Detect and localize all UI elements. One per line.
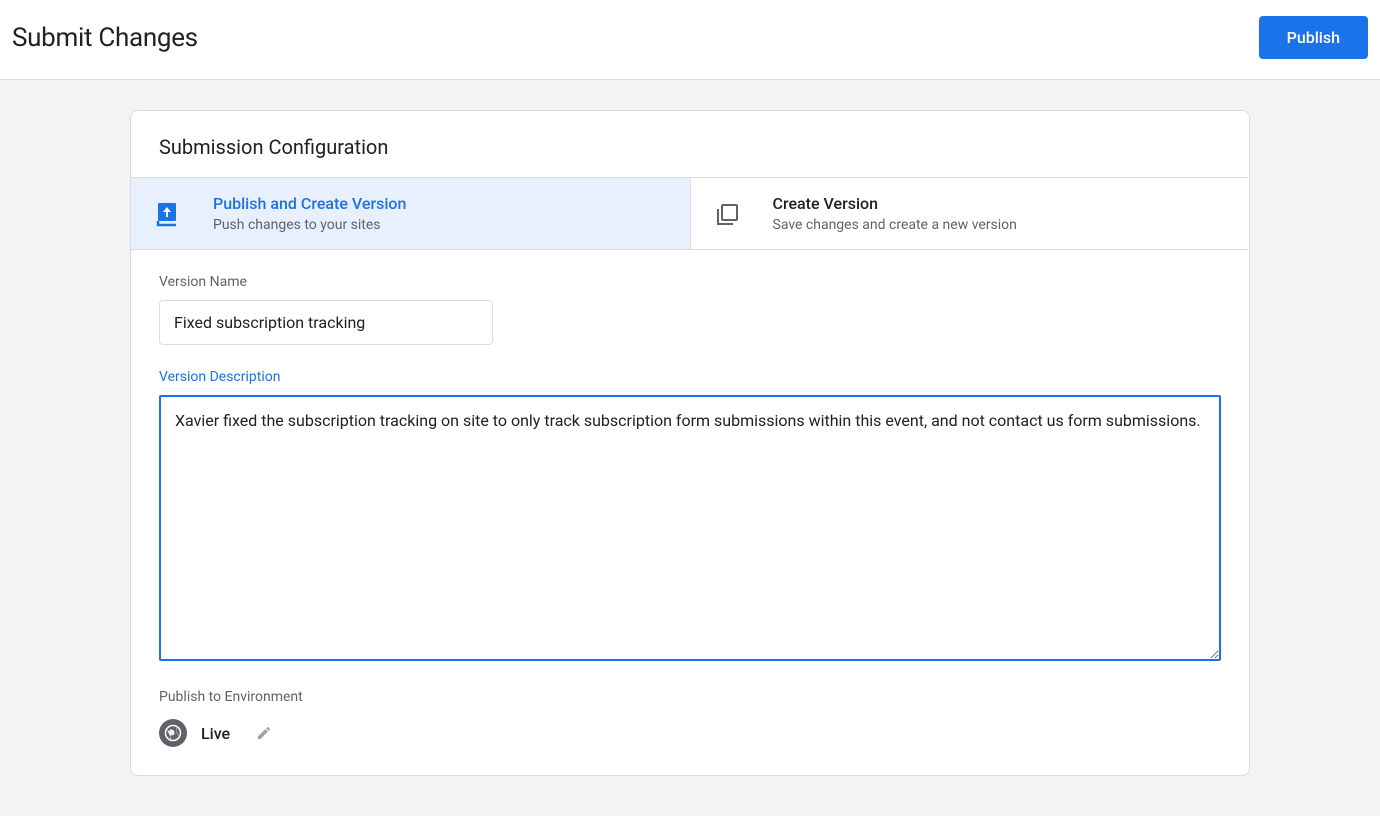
version-description-textarea[interactable] [159, 395, 1221, 661]
version-description-group: Version Description [159, 369, 1221, 665]
publish-env-group: Publish to Environment Live [159, 689, 1221, 747]
pencil-icon[interactable] [254, 723, 274, 743]
publish-icon [153, 200, 181, 228]
tab-text: Publish and Create Version Push changes … [213, 194, 406, 233]
publish-button[interactable]: Publish [1259, 16, 1368, 59]
version-description-label: Version Description [159, 369, 1221, 385]
tab-subtitle: Push changes to your sites [213, 217, 406, 233]
publish-env-label: Publish to Environment [159, 689, 1221, 705]
env-name: Live [201, 724, 230, 743]
card-body: Version Name Version Description Publish… [131, 250, 1249, 775]
tab-title: Publish and Create Version [213, 194, 406, 213]
versions-icon [713, 200, 741, 228]
tab-publish-create-version[interactable]: Publish and Create Version Push changes … [131, 178, 691, 249]
tab-subtitle: Save changes and create a new version [773, 217, 1017, 233]
tab-create-version[interactable]: Create Version Save changes and create a… [691, 178, 1250, 249]
page-title: Submit Changes [12, 23, 198, 53]
main-content: Submission Configuration Publish and Cre… [0, 80, 1380, 816]
version-name-group: Version Name [159, 274, 1221, 345]
version-name-input[interactable] [159, 300, 493, 345]
env-row: Live [159, 719, 1221, 747]
tab-row: Publish and Create Version Push changes … [131, 177, 1249, 250]
globe-icon [159, 719, 187, 747]
card-title: Submission Configuration [131, 111, 1249, 177]
version-name-label: Version Name [159, 274, 1221, 290]
page-header: Submit Changes Publish [0, 0, 1380, 80]
tab-title: Create Version [773, 194, 1017, 213]
submission-card: Submission Configuration Publish and Cre… [130, 110, 1250, 776]
tab-text: Create Version Save changes and create a… [773, 194, 1017, 233]
